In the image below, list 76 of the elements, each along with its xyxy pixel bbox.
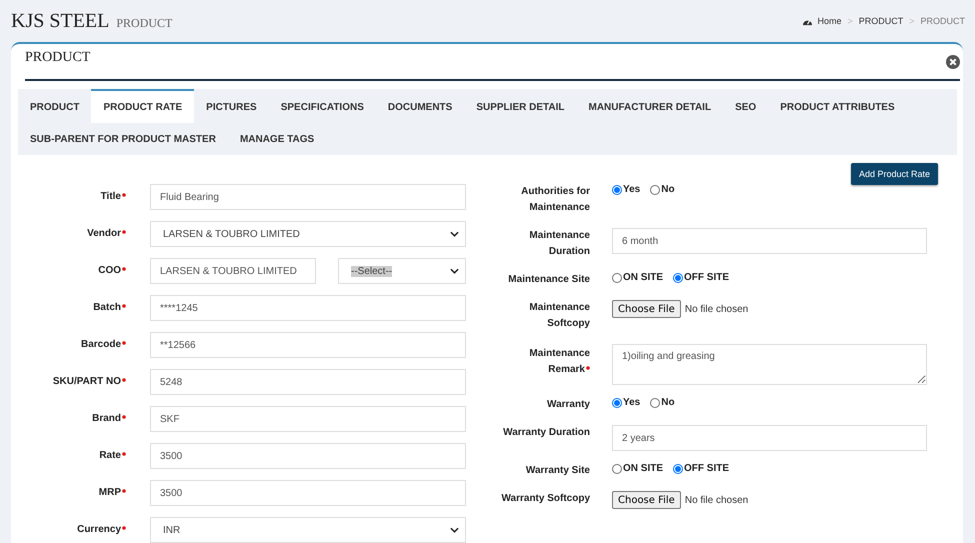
field-label: Warranty Softcopy — [500, 492, 590, 506]
radio-button[interactable] — [673, 272, 684, 282]
file-status: No file chosen — [684, 494, 748, 506]
tab[interactable]: MANUFACTURER DETAIL — [576, 89, 724, 123]
radio-label[interactable]: No — [661, 397, 675, 408]
caret-icon — [450, 231, 459, 237]
input-field[interactable]: 3500 — [150, 443, 466, 469]
radio-button[interactable] — [612, 272, 622, 282]
input-field[interactable]: ****1245 — [150, 295, 466, 321]
radio-label[interactable]: Yes — [623, 184, 640, 195]
field-label: MRP — [11, 485, 126, 501]
field-label: Maintenance Duration — [528, 229, 590, 259]
tab[interactable]: PRODUCT — [18, 89, 92, 123]
radio-label[interactable]: No — [661, 184, 675, 195]
radio-label[interactable]: OFF SITE — [684, 463, 730, 474]
caret-icon — [450, 268, 459, 274]
radio-button[interactable] — [612, 398, 622, 408]
field-label: Maintenance Softcopy — [528, 301, 590, 331]
select-field[interactable]: INR — [150, 517, 466, 543]
breadcrumb-separator: > — [847, 16, 853, 26]
panel-title: PRODUCT — [25, 50, 90, 66]
choose-file-button[interactable]: Choose File — [612, 491, 681, 509]
choose-file-button[interactable]: Choose File — [612, 300, 681, 318]
tab[interactable]: SUB-PARENT FOR PRODUCT MASTER — [18, 123, 228, 155]
tab[interactable]: PRODUCT ATTRIBUTES — [768, 89, 907, 123]
tab[interactable]: PRODUCT RATE — [91, 89, 194, 123]
tab[interactable]: SUPPLIER DETAIL — [464, 89, 576, 123]
radio-label[interactable]: Yes — [623, 397, 640, 408]
input-field[interactable]: 5248 — [150, 369, 466, 395]
input-field[interactable]: 6 month — [612, 228, 927, 254]
tab[interactable]: SPECIFICATIONS — [268, 89, 376, 123]
field-label: COO — [11, 263, 126, 279]
field-label: Batch — [11, 300, 126, 316]
tab[interactable]: PICTURES — [194, 89, 269, 123]
field-label: Brand — [11, 411, 126, 427]
radio-label[interactable]: ON SITE — [623, 463, 664, 474]
radio-label[interactable]: ON SITE — [623, 272, 664, 283]
close-icon[interactable] — [946, 54, 960, 68]
field-label: Vendor — [11, 226, 126, 242]
field-label: Barcode — [11, 337, 126, 353]
field-label: Authorities for Maintenance — [520, 185, 590, 215]
field-label: Title — [11, 189, 126, 205]
radio-button[interactable] — [673, 464, 684, 474]
field-label: SKU/PART NO — [11, 374, 126, 390]
field-label: Warranty Duration — [502, 426, 590, 440]
field-label: Rate — [11, 448, 126, 464]
add-product-rate-button[interactable]: Add Product Rate — [850, 163, 938, 185]
breadcrumb-link[interactable]: PRODUCT — [858, 16, 904, 26]
radio-button[interactable] — [650, 398, 660, 408]
input-field[interactable]: LARSEN & TOUBRO LIMITED — [150, 258, 316, 284]
select-field[interactable]: LARSEN & TOUBRO LIMITED — [150, 221, 466, 247]
select-field[interactable]: --Select-- — [338, 258, 466, 284]
input-field[interactable]: 3500 — [150, 480, 466, 506]
file-status: No file chosen — [684, 304, 748, 314]
text-area[interactable]: 1)oiling and greasing — [612, 344, 927, 385]
page-subtitle: PRODUCT — [116, 16, 172, 30]
input-field[interactable]: **12566 — [150, 332, 466, 358]
field-label: Warranty — [546, 398, 590, 412]
caret-icon — [450, 527, 459, 533]
radio-label[interactable]: OFF SITE — [684, 272, 730, 283]
input-field[interactable]: 2 years — [612, 425, 927, 451]
app-title: KJS STEEL — [11, 10, 110, 32]
field-label: Maintenance Remark — [528, 347, 590, 377]
tab[interactable]: DOCUMENTS — [376, 89, 464, 123]
radio-button[interactable] — [650, 184, 660, 194]
breadcrumb-link[interactable]: Home — [817, 16, 842, 26]
field-label: Currency — [11, 522, 126, 538]
radio-button[interactable] — [612, 464, 622, 474]
input-field[interactable]: Fluid Bearing — [150, 184, 466, 210]
tab[interactable]: MANAGE TAGS — [228, 123, 326, 155]
breadcrumb-separator: > — [909, 16, 914, 26]
input-field[interactable]: SKF — [150, 406, 466, 432]
field-label: Warranty Site — [524, 464, 590, 478]
field-label: Maintenance Site — [507, 273, 590, 287]
radio-button[interactable] — [612, 184, 622, 194]
tab[interactable]: SEO — [723, 89, 768, 123]
